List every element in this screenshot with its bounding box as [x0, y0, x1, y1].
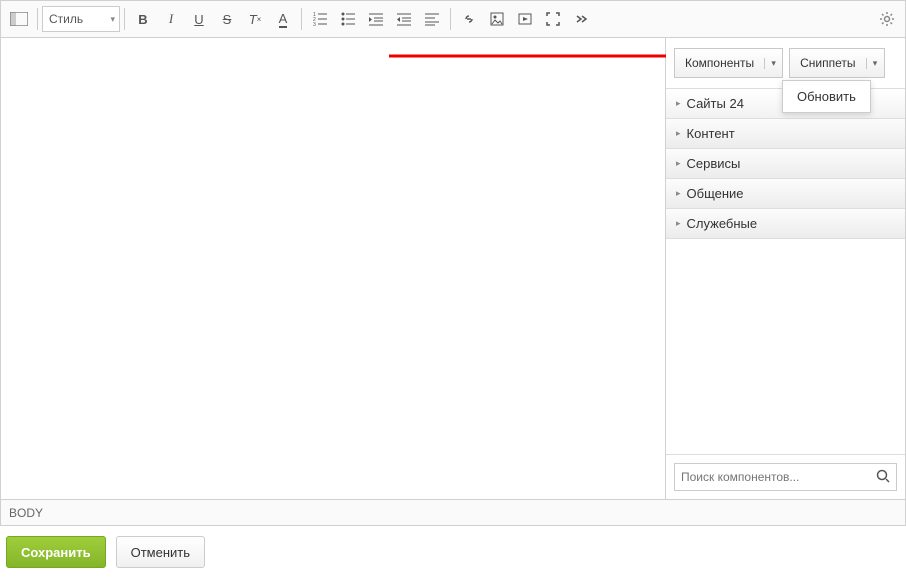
snippets-dropdown-button[interactable]: Сниппеты ▾	[789, 48, 884, 78]
search-input[interactable]	[681, 470, 876, 484]
ordered-list-icon[interactable]: 123	[306, 5, 334, 33]
separator	[450, 8, 451, 30]
chevron-right-icon: ▸	[676, 158, 681, 169]
separator	[301, 8, 302, 30]
bold-icon[interactable]: B	[129, 5, 157, 33]
component-search[interactable]	[674, 463, 897, 491]
separator	[124, 8, 125, 30]
components-label: Компоненты	[675, 56, 764, 70]
components-dropdown-button[interactable]: Компоненты ▾	[674, 48, 783, 78]
dom-path: BODY	[9, 506, 43, 520]
chevron-right-icon: ▸	[676, 128, 681, 139]
image-icon[interactable]	[483, 5, 511, 33]
components-dropdown-menu: Обновить	[782, 80, 871, 113]
search-icon[interactable]	[876, 469, 890, 486]
accordion-item-services[interactable]: ▸ Сервисы	[666, 149, 905, 179]
video-icon[interactable]	[511, 5, 539, 33]
chevron-down-icon: ▾	[764, 58, 782, 69]
save-button[interactable]: Сохранить	[6, 536, 106, 568]
italic-icon[interactable]: I	[157, 5, 185, 33]
cancel-button[interactable]: Отменить	[116, 536, 205, 568]
outdent-icon[interactable]	[362, 5, 390, 33]
main-area: Компоненты ▾ Сниппеты ▾ Обновить ▸ Сайты …	[0, 38, 906, 500]
accordion-label: Общение	[687, 186, 744, 201]
panel-top-buttons: Компоненты ▾ Сниппеты ▾ Обновить	[666, 38, 905, 89]
svg-text:3: 3	[313, 22, 316, 26]
panel-content-area	[666, 239, 905, 454]
separator	[37, 8, 38, 30]
accordion-item-content[interactable]: ▸ Контент	[666, 119, 905, 149]
editor-canvas[interactable]	[1, 38, 665, 499]
indent-icon[interactable]	[390, 5, 418, 33]
footer-actions: Сохранить Отменить	[0, 526, 906, 578]
link-icon[interactable]	[455, 5, 483, 33]
components-panel: Компоненты ▾ Сниппеты ▾ Обновить ▸ Сайты …	[665, 38, 905, 499]
accordion-label: Сервисы	[687, 156, 741, 171]
more-icon[interactable]	[567, 5, 595, 33]
chevron-down-icon: ▾	[866, 58, 884, 69]
align-icon[interactable]	[418, 5, 446, 33]
search-row	[666, 454, 905, 499]
clear-format-icon[interactable]: T×	[241, 5, 269, 33]
accordion-item-utility[interactable]: ▸ Служебные	[666, 209, 905, 239]
style-dropdown[interactable]: Стиль	[42, 6, 120, 32]
editor-toolbar: Стиль B I U S T× A 123	[0, 0, 906, 38]
chevron-right-icon: ▸	[676, 98, 681, 109]
style-label: Стиль	[49, 12, 83, 26]
settings-icon[interactable]	[873, 5, 901, 33]
fullscreen-icon[interactable]	[539, 5, 567, 33]
status-bar: BODY	[0, 500, 906, 526]
panel-toggle-icon[interactable]	[5, 5, 33, 33]
underline-icon[interactable]: U	[185, 5, 213, 33]
snippets-label: Сниппеты	[790, 56, 865, 70]
text-color-icon[interactable]: A	[269, 5, 297, 33]
accordion-item-communication[interactable]: ▸ Общение	[666, 179, 905, 209]
accordion-label: Сайты 24	[687, 96, 744, 111]
accordion-label: Служебные	[687, 216, 758, 231]
chevron-right-icon: ▸	[676, 218, 681, 229]
unordered-list-icon[interactable]	[334, 5, 362, 33]
strikethrough-icon[interactable]: S	[213, 5, 241, 33]
accordion-label: Контент	[687, 126, 735, 141]
dropdown-item-refresh[interactable]: Обновить	[783, 81, 870, 112]
chevron-right-icon: ▸	[676, 188, 681, 199]
